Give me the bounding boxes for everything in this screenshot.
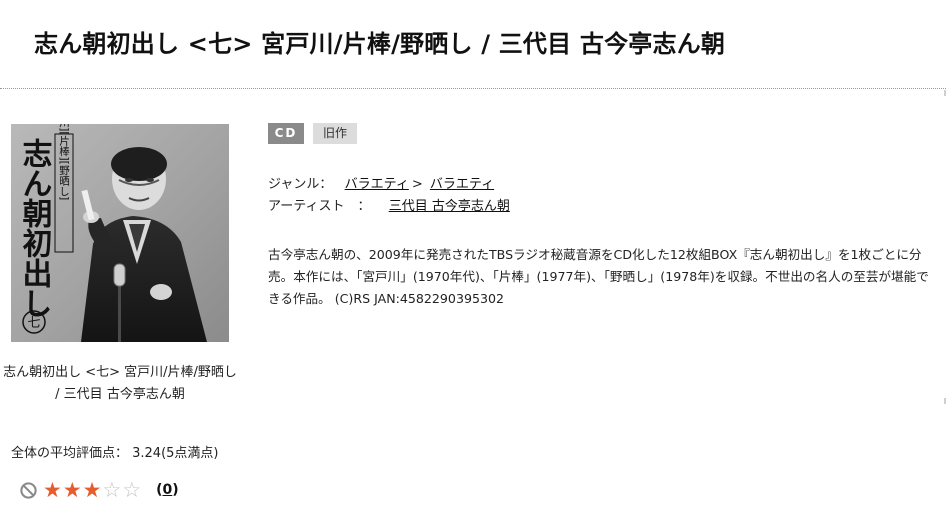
artist-link[interactable]: 三代目 古今亭志ん朝 — [389, 199, 510, 214]
product-page: 志ん朝初出し <七> 宮戸川/片棒/野晒し / 三代目 古今亭志ん朝 [宮戸川]… — [0, 0, 946, 509]
product-description: 古今亭志ん朝の、2009年に発売されたTBSラジオ秘蔵音源をCD化した12枚組B… — [268, 247, 929, 306]
jacket-title: 志ん朝初出し — [17, 138, 53, 318]
category-badge: 旧作 — [313, 123, 358, 144]
star-icon: ★ — [62, 478, 82, 502]
genre-link-primary[interactable]: バラエティ — [345, 177, 409, 192]
page-title: 志ん朝初出し <七> 宮戸川/片棒/野晒し / 三代目 古今亭志ん朝 — [34, 30, 726, 59]
star-icon: ★ — [43, 478, 62, 502]
review-count: (0) — [156, 482, 179, 498]
average-rating-text: 全体の平均評価点： 3.24(5点満点) — [11, 446, 219, 461]
star-rating: ★★★☆☆ — [43, 478, 142, 502]
no-entry-icon[interactable] — [19, 481, 38, 500]
album-jacket-image[interactable]: [宮戸川][片棒][野晒し] 志ん朝初出し 七 — [11, 124, 229, 342]
badges: CD 旧作 — [268, 123, 366, 144]
genre-link-secondary[interactable]: バラエティ — [430, 177, 494, 192]
artist-label: アーティスト ： — [268, 199, 371, 214]
genre-label: ジャンル： — [268, 177, 333, 192]
product-meta: ジャンル： バラエティ > バラエティ アーティスト ： 三代目 古今亭志ん朝 — [268, 174, 510, 218]
review-count-link[interactable]: 0 — [163, 482, 173, 498]
genre-separator: > — [411, 177, 423, 192]
star-icon: ☆ — [102, 478, 122, 502]
rating-row: ★★★☆☆ (0) — [19, 478, 179, 502]
star-icon: ☆ — [122, 478, 142, 502]
format-badge: CD — [268, 123, 304, 144]
header-divider — [0, 88, 946, 89]
jacket-subtitle: [宮戸川][片棒][野晒し] — [58, 124, 70, 200]
genre-row: ジャンル： バラエティ > バラエティ — [268, 174, 510, 196]
star-icon: ★ — [82, 478, 102, 502]
product-caption: 志ん朝初出し <七> 宮戸川/片棒/野晒し / 三代目 古今亭志ん朝 — [3, 365, 237, 402]
jacket-volume: 七 — [27, 316, 40, 331]
artist-row: アーティスト ： 三代目 古今亭志ん朝 — [268, 196, 510, 218]
